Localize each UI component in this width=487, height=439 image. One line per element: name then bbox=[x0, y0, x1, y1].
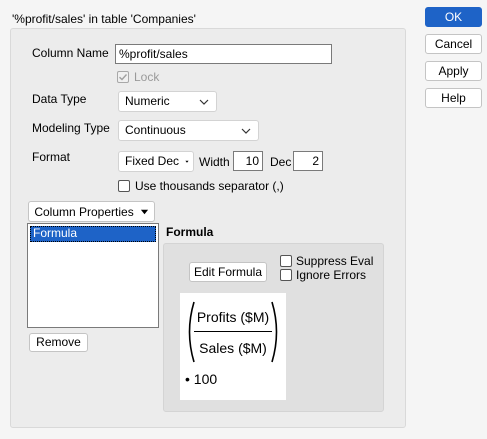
chevron-down-icon bbox=[241, 128, 251, 134]
formula-numerator: Profits ($M) bbox=[196, 309, 270, 325]
ignore-errors-label: Ignore Errors bbox=[296, 268, 367, 282]
suppress-eval-label: Suppress Eval bbox=[296, 254, 374, 268]
multiply-dot: • bbox=[185, 371, 190, 387]
edit-formula-button[interactable]: Edit Formula bbox=[189, 262, 267, 282]
column-properties-button[interactable]: Column Properties bbox=[28, 201, 155, 222]
lock-checkbox[interactable] bbox=[117, 71, 129, 83]
formula-multiplier-row: • 100 bbox=[185, 371, 217, 387]
cancel-button[interactable]: Cancel bbox=[425, 34, 482, 54]
column-properties-label: Column Properties bbox=[34, 204, 134, 219]
apply-button[interactable]: Apply bbox=[425, 61, 482, 81]
thousands-label: Use thousands separator (,) bbox=[135, 179, 284, 193]
modeling-type-label: Modeling Type bbox=[32, 121, 110, 135]
ignore-errors-checkbox[interactable] bbox=[280, 269, 292, 281]
ignore-errors-row[interactable]: Ignore Errors bbox=[280, 268, 366, 282]
formula-heading: Formula bbox=[166, 225, 214, 239]
lock-checkbox-row[interactable]: Lock bbox=[117, 70, 159, 84]
formula-denominator: Sales ($M) bbox=[199, 340, 267, 356]
help-button[interactable]: Help bbox=[425, 88, 482, 108]
dec-input[interactable]: 2 bbox=[293, 151, 323, 171]
data-type-label: Data Type bbox=[32, 92, 87, 106]
right-paren-icon bbox=[271, 301, 278, 363]
format-label: Format bbox=[32, 150, 71, 164]
dropdown-arrow-icon bbox=[140, 209, 148, 215]
dialog-title: '%profit/sales' in table 'Companies' bbox=[12, 12, 196, 26]
suppress-eval-row[interactable]: Suppress Eval bbox=[280, 254, 373, 268]
fraction-bar bbox=[194, 331, 272, 332]
suppress-eval-checkbox[interactable] bbox=[280, 255, 292, 267]
dropdown-arrow-icon bbox=[185, 160, 189, 163]
formula-display[interactable]: Profits ($M) Sales ($M) • 100 bbox=[180, 293, 286, 400]
thousands-checkbox[interactable] bbox=[118, 180, 130, 192]
modeling-type-value: Continuous bbox=[125, 123, 186, 137]
formula-multiplier: 100 bbox=[193, 371, 218, 387]
column-name-input[interactable]: %profit/sales bbox=[115, 44, 332, 64]
width-label: Width bbox=[199, 155, 230, 169]
property-list[interactable]: Formula bbox=[27, 223, 159, 328]
data-type-select[interactable]: Numeric bbox=[118, 91, 217, 112]
dec-label: Dec bbox=[270, 155, 292, 169]
ok-button[interactable]: OK bbox=[425, 7, 482, 27]
chevron-down-icon bbox=[199, 99, 209, 105]
data-type-value: Numeric bbox=[125, 94, 170, 108]
lock-label: Lock bbox=[134, 70, 160, 84]
thousands-checkbox-row[interactable]: Use thousands separator (,) bbox=[118, 179, 284, 193]
modeling-type-select[interactable]: Continuous bbox=[118, 120, 259, 141]
remove-button[interactable]: Remove bbox=[29, 333, 88, 352]
width-input[interactable]: 10 bbox=[233, 151, 263, 171]
checkmark-icon bbox=[119, 74, 128, 81]
format-select[interactable]: Fixed Dec bbox=[118, 151, 194, 172]
column-name-label: Column Name bbox=[32, 46, 109, 60]
format-value: Fixed Dec bbox=[125, 154, 180, 168]
property-list-item[interactable]: Formula bbox=[30, 226, 156, 242]
